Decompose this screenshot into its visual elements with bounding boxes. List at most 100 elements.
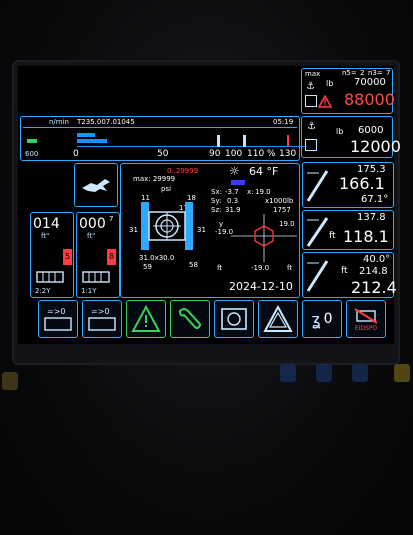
tick-percent: % [267, 149, 276, 159]
jib-panel: 40.0° ft 214.8 212.4 [302, 252, 397, 298]
clock-time: 05:19 [273, 118, 294, 126]
winch1-panel: 014 ft" 5 2:2Y [30, 212, 74, 298]
max-pressure-label: max: 29999 [133, 175, 176, 183]
hook2-current-value: 12000 [350, 137, 401, 156]
outrigger-diagram [141, 202, 193, 250]
tick-130: 130 [279, 149, 297, 159]
warning-triangle-icon [131, 305, 161, 332]
sz-value: 31.9 [225, 206, 241, 214]
load-bar-mid [77, 139, 107, 143]
hardware-button-blue-1[interactable] [280, 364, 296, 382]
x-value: 19.0 [255, 188, 271, 196]
hook2-lb-unit: lb [336, 127, 344, 136]
date-display: 2024-12-10 [229, 280, 293, 293]
bottom-axis-value: -19.0 [251, 264, 270, 272]
radius-top-value: 137.8 [357, 212, 386, 223]
drum-reset-icon: =>0 [44, 307, 72, 331]
range-label: 0..29999 [167, 167, 199, 175]
drum-camera-icon [221, 308, 247, 330]
outrigger-indicator [231, 180, 245, 185]
temperature-value: 64 °F [249, 165, 279, 178]
hook2-status-panel: ⚓ lb 6000 12000 [301, 116, 401, 158]
hardware-button-blue-3[interactable] [352, 364, 368, 382]
winch1-reset-button[interactable]: =>0 [38, 300, 78, 338]
x-label: x: [247, 188, 254, 196]
outrigger-view-panel: 0..29999 max: 29999 ☼ 64 °F psi 11 18 17… [120, 163, 300, 298]
hardware-button-yellow[interactable] [394, 364, 410, 382]
jib-icon [306, 260, 329, 292]
hardware-button-orange-left[interactable] [2, 372, 18, 390]
limit-marker-90 [217, 135, 220, 147]
hazard-triangle-icon [263, 305, 293, 332]
n5-label: n5= [342, 69, 357, 77]
radius-ft-unit: ft [329, 231, 336, 241]
footprint-label: 31.0x30.0 [139, 254, 175, 262]
hook-count-value: 0 [323, 311, 333, 327]
winch2-ratio: 1:1Y [81, 287, 97, 295]
radius-panel: 137.8 ft 118.1 [302, 210, 394, 250]
load-center-plot [231, 214, 297, 262]
sy-label: Sy: [211, 197, 222, 205]
rpm-label: n/min [49, 118, 69, 126]
warning-button[interactable] [126, 300, 166, 338]
winch2-drum-icon [82, 271, 110, 283]
lb-unit: lb [326, 79, 334, 88]
sx-label: Sx: [211, 188, 222, 196]
winch2-superscript: 7 [109, 215, 114, 223]
pad-value-31-right: 31 [197, 226, 206, 234]
hook2-max-value: 6000 [358, 125, 384, 136]
scale-line [23, 127, 297, 128]
utilization-scale-panel: n/min T235.007.01045 05:19 600 0 50 90 1… [20, 116, 307, 161]
ft-unit-right: ft [287, 264, 293, 272]
eidspo-button[interactable]: EIDSPO [346, 300, 386, 338]
svg-text:=>0: =>0 [47, 307, 66, 316]
system-code: T235.007.01045 [77, 118, 135, 126]
jib-angle-value: 40.0° [363, 254, 391, 265]
crane-block2-icon [305, 139, 317, 151]
sz-label: Sz: [211, 206, 222, 214]
winch1-drum-icon [36, 271, 64, 283]
crane-block-icon [305, 95, 317, 107]
jib-ft-unit: ft [341, 266, 348, 276]
limit-marker-130 [287, 135, 289, 147]
travel-mode-button[interactable] [74, 163, 118, 207]
hardware-button-blue-2[interactable] [316, 364, 332, 382]
crane-travel-icon [82, 179, 110, 192]
n5-value: 2 [360, 69, 365, 77]
load-status-panel: max n5= 2 n3= 7 ⚓ lb 70000 88000 [301, 68, 395, 114]
winch2-value: 000 [79, 216, 106, 232]
boom-angle-value: 67.1° [361, 194, 389, 205]
hook-count-button[interactable]: ʓ 0 [302, 300, 342, 338]
hook-small-icon: ʓ [311, 309, 321, 329]
winch2-reset-button[interactable]: =>0 [82, 300, 122, 338]
camera-button[interactable] [214, 300, 254, 338]
tick-110: 110 [247, 149, 265, 159]
psi-label: psi [161, 185, 172, 193]
tick-0: 0 [73, 149, 79, 159]
pad-value-58: 58 [189, 261, 198, 269]
svg-text:=>0: =>0 [91, 307, 110, 316]
winch1-value: 014 [33, 216, 60, 232]
hazard-button[interactable] [258, 300, 298, 338]
winch1-layer-badge: 5 [63, 249, 72, 265]
tick-100: 100 [225, 149, 243, 159]
boom-angle-icon [306, 170, 329, 202]
drum-reset2-icon: =>0 [88, 307, 116, 331]
sy-value: 0.3 [227, 197, 239, 205]
max-load-value: 70000 [354, 77, 386, 88]
winch2-layer-badge: 8 [107, 249, 116, 265]
hook2-icon: ⚓ [307, 121, 316, 132]
y-axis-label: y [219, 220, 224, 228]
pad-value-59: 59 [143, 263, 152, 271]
load-bar-track [77, 146, 307, 147]
crossed-crane-icon [354, 307, 378, 324]
boom-main-value: 166.1 [339, 174, 385, 193]
tick-90: 90 [209, 149, 221, 159]
winch1-ratio: 2:2Y [35, 287, 51, 295]
warning-icon [317, 93, 333, 112]
hook-icon: ⚓ [306, 81, 315, 92]
jib-main-value: 212.4 [351, 278, 397, 297]
rpm-left-value: 600 [25, 150, 39, 158]
pad-value-31-left: 31 [129, 226, 138, 234]
service-button[interactable] [170, 300, 210, 338]
